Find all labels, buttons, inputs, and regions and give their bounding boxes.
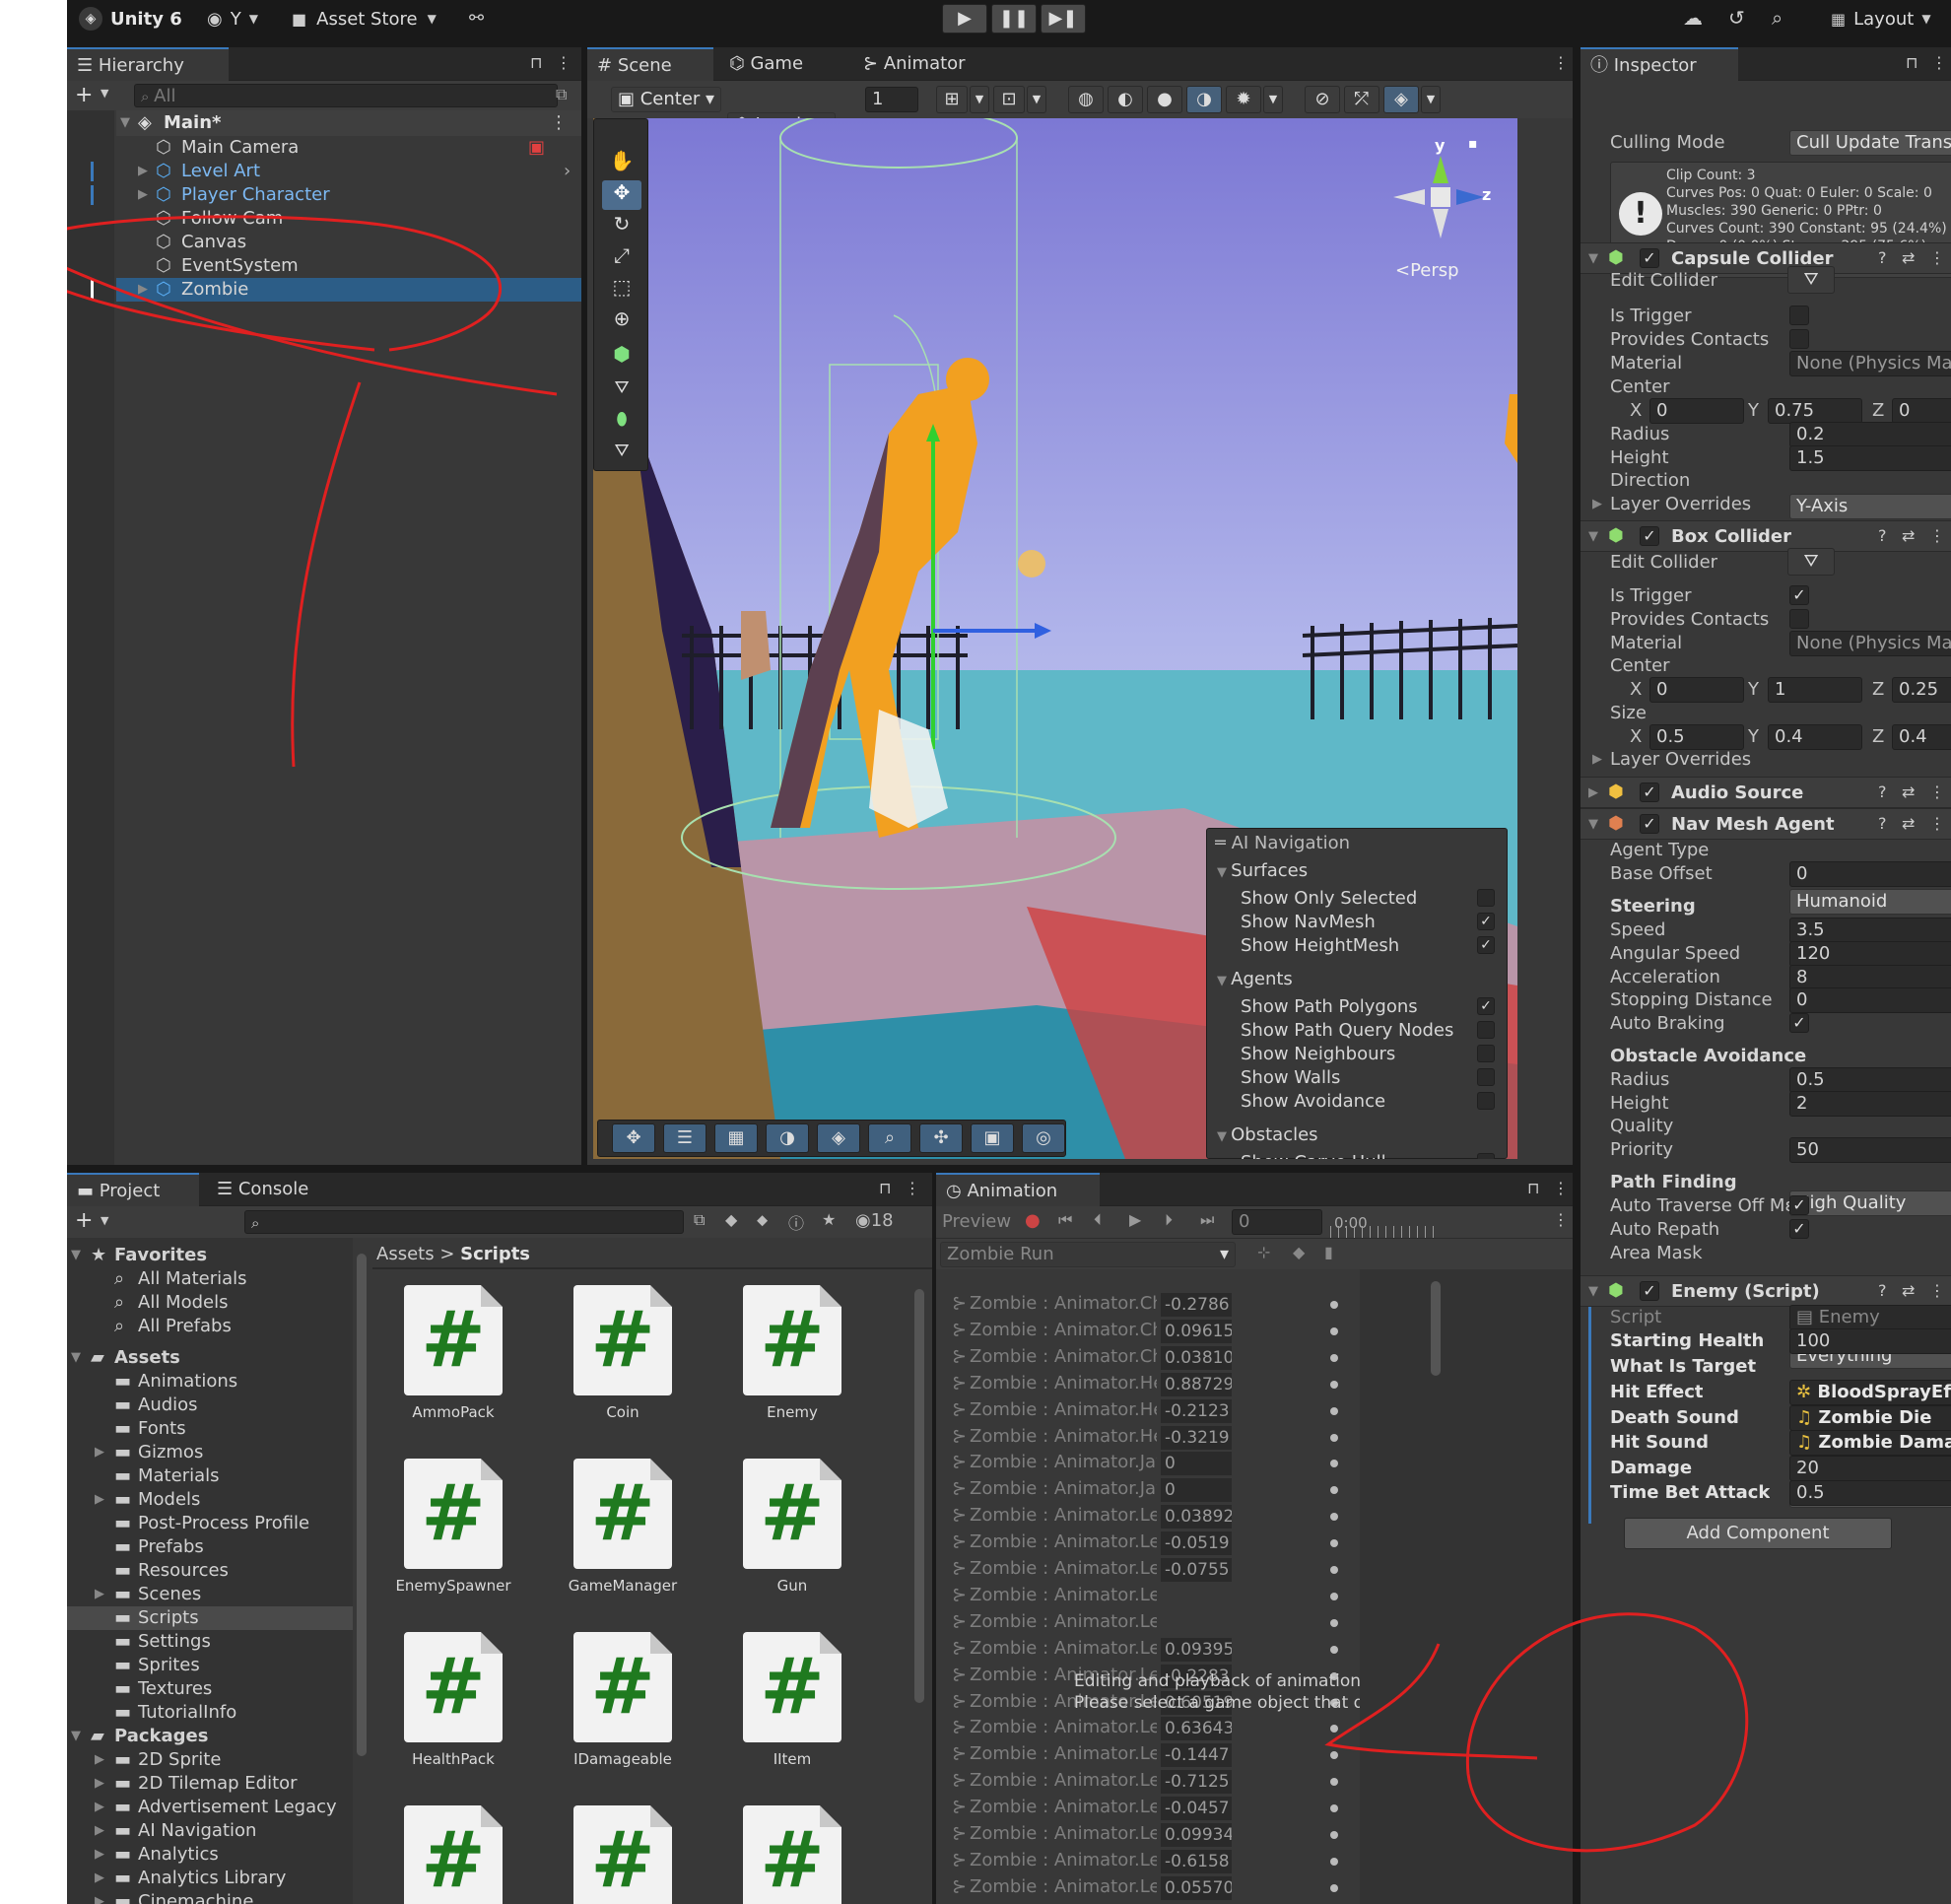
- annotation-arrow: [1324, 1643, 1538, 1760]
- annotation-circle-zombie: [67, 215, 503, 352]
- annotation-stem: [291, 381, 362, 768]
- annotation-circle-enemy: [1465, 1612, 1749, 1853]
- annotation-line-right: [67, 266, 558, 396]
- red-annotation-overlay: [67, 215, 1749, 1853]
- unity-editor-window: ◈ Unity 6 ◉ Y ▼ ■ Asset Store ▼ ⚯ ▶ ❚❚ ▶…: [67, 0, 1951, 1904]
